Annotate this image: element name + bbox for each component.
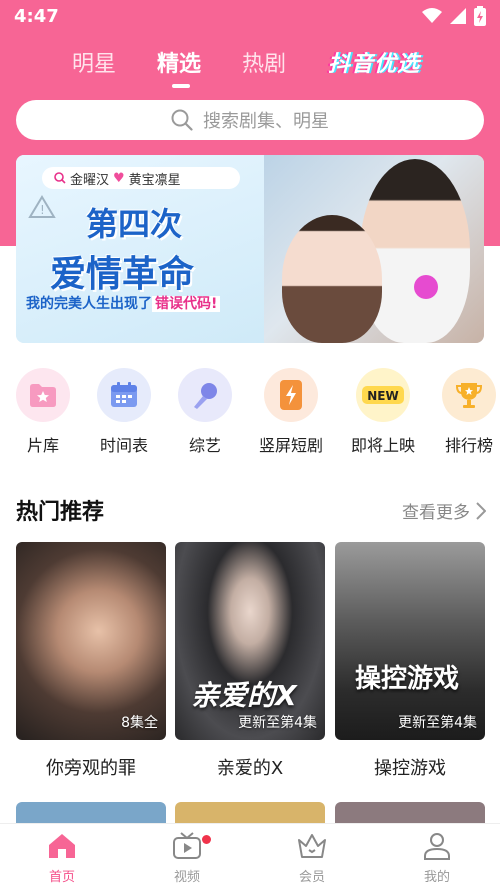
category-schedule[interactable]: 时间表 bbox=[79, 368, 169, 456]
nav-vip[interactable]: 会员 bbox=[272, 832, 352, 885]
banner-title-line1: 第四次 bbox=[86, 205, 183, 243]
phone-lightning-icon bbox=[264, 368, 318, 422]
drama-card[interactable]: 8集全 你旁观的罪 bbox=[16, 542, 166, 780]
drama-title: 操控游戏 bbox=[374, 758, 446, 779]
crown-icon bbox=[298, 834, 326, 858]
wifi-icon bbox=[422, 8, 442, 23]
nav-home[interactable]: 首页 bbox=[22, 832, 102, 885]
nav-label: 首页 bbox=[48, 870, 75, 885]
chevron-right-icon bbox=[476, 501, 486, 520]
banner-image-panel bbox=[264, 155, 484, 343]
category-label: 即将上映 bbox=[350, 436, 415, 455]
drama-poster: 8集全 bbox=[16, 542, 166, 740]
section-title: 热门推荐 bbox=[16, 500, 105, 525]
banner-subtitle-text: 我的完美人生出现了 bbox=[26, 296, 152, 312]
banner-glitch-sticker bbox=[414, 275, 438, 299]
status-bar: 4:47 bbox=[0, 0, 500, 34]
tab-stars[interactable]: 明星 bbox=[72, 46, 116, 78]
drama-poster: 亲爱的X 更新至第4集 bbox=[175, 542, 325, 740]
svg-text:!: ! bbox=[40, 203, 45, 217]
search-icon bbox=[171, 109, 193, 131]
home-icon bbox=[49, 834, 75, 858]
category-shortcuts: 片库 时间表 综艺 竖屏短剧 NEW 即将上映 排行榜 bbox=[0, 368, 500, 458]
see-more-label: 查看更多 bbox=[402, 503, 470, 523]
status-icons bbox=[422, 6, 486, 26]
search-icon-small bbox=[54, 172, 66, 184]
tab-hot-drama[interactable]: 热剧 bbox=[242, 46, 286, 78]
banner-text-panel: ! 金曜汉 ♥ 黄宝凛星 第四次 爱情革命 我的完美人生出现了 错误代码! bbox=[16, 155, 264, 343]
star-folder-icon bbox=[16, 368, 70, 422]
nav-label: 视频 bbox=[173, 870, 200, 885]
drama-card[interactable]: 亲爱的X 更新至第4集 亲爱的X bbox=[175, 542, 325, 780]
poster-title: 亲爱的X bbox=[191, 679, 297, 712]
new-badge-icon: NEW bbox=[356, 368, 410, 422]
nav-profile[interactable]: 我的 bbox=[397, 832, 477, 885]
see-more-link[interactable]: 查看更多 bbox=[402, 498, 486, 523]
microphone-icon bbox=[178, 368, 232, 422]
banner-cast-a: 金曜汉 bbox=[70, 172, 110, 188]
episode-badge: 更新至第4集 bbox=[238, 715, 317, 731]
banner-subtitle-highlight: 错误代码! bbox=[152, 296, 221, 312]
episode-badge: 更新至第4集 bbox=[398, 715, 477, 731]
category-label: 综艺 bbox=[188, 436, 221, 455]
poster-title: 操控游戏 bbox=[355, 664, 460, 694]
nav-label: 会员 bbox=[298, 870, 325, 885]
category-label: 时间表 bbox=[99, 436, 148, 455]
banner-subtitle: 我的完美人生出现了 错误代码! bbox=[26, 293, 221, 313]
active-tab-indicator bbox=[172, 84, 190, 88]
drama-card[interactable]: 操控游戏 更新至第4集 操控游戏 bbox=[335, 542, 485, 780]
category-label: 排行榜 bbox=[444, 436, 493, 455]
category-variety[interactable]: 综艺 bbox=[160, 368, 250, 456]
search-bar[interactable]: 搜索剧集、明星 bbox=[16, 100, 484, 140]
drama-title: 亲爱的X bbox=[216, 758, 284, 779]
calendar-icon bbox=[97, 368, 151, 422]
heart-icon: ♥ bbox=[113, 170, 125, 186]
banner-title-line2: 爱情革命 bbox=[50, 254, 195, 295]
category-label: 竖屏短剧 bbox=[258, 436, 323, 455]
nav-video[interactable]: 视频 bbox=[147, 832, 227, 885]
bottom-nav: 首页 视频 会员 我的 bbox=[0, 823, 500, 889]
drama-poster: 操控游戏 更新至第4集 bbox=[335, 542, 485, 740]
category-vertical-shorts[interactable]: 竖屏短剧 bbox=[246, 368, 336, 456]
video-icon bbox=[173, 832, 201, 859]
notification-dot bbox=[202, 835, 211, 844]
status-time: 4:47 bbox=[14, 6, 59, 27]
category-label: 片库 bbox=[26, 436, 59, 455]
battery-icon bbox=[474, 6, 486, 26]
category-coming-soon[interactable]: NEW 即将上映 bbox=[338, 368, 428, 456]
category-library[interactable]: 片库 bbox=[0, 368, 88, 456]
svg-text:NEW: NEW bbox=[367, 389, 398, 403]
banner-cast-b: 黄宝凛星 bbox=[128, 172, 181, 188]
search-placeholder: 搜索剧集、明星 bbox=[203, 111, 329, 132]
signal-icon bbox=[450, 8, 466, 24]
episode-badge: 8集全 bbox=[121, 715, 158, 731]
nav-label: 我的 bbox=[423, 870, 450, 885]
top-tabs: 明星 精选 热剧 抖音优选 bbox=[0, 46, 500, 90]
category-rankings[interactable]: 排行榜 bbox=[424, 368, 500, 456]
drama-title: 你旁观的罪 bbox=[46, 758, 136, 779]
tab-featured[interactable]: 精选 bbox=[157, 46, 201, 78]
user-icon bbox=[424, 833, 450, 860]
tab-douyin-select[interactable]: 抖音优选 bbox=[328, 46, 420, 78]
banner-cast-pill: 金曜汉 ♥ 黄宝凛星 bbox=[42, 167, 240, 189]
promo-banner[interactable]: ! 金曜汉 ♥ 黄宝凛星 第四次 爱情革命 我的完美人生出现了 错误代码! bbox=[16, 155, 484, 343]
trophy-icon bbox=[442, 368, 496, 422]
warning-icon: ! bbox=[28, 195, 56, 218]
banner-actor-female bbox=[282, 215, 382, 343]
